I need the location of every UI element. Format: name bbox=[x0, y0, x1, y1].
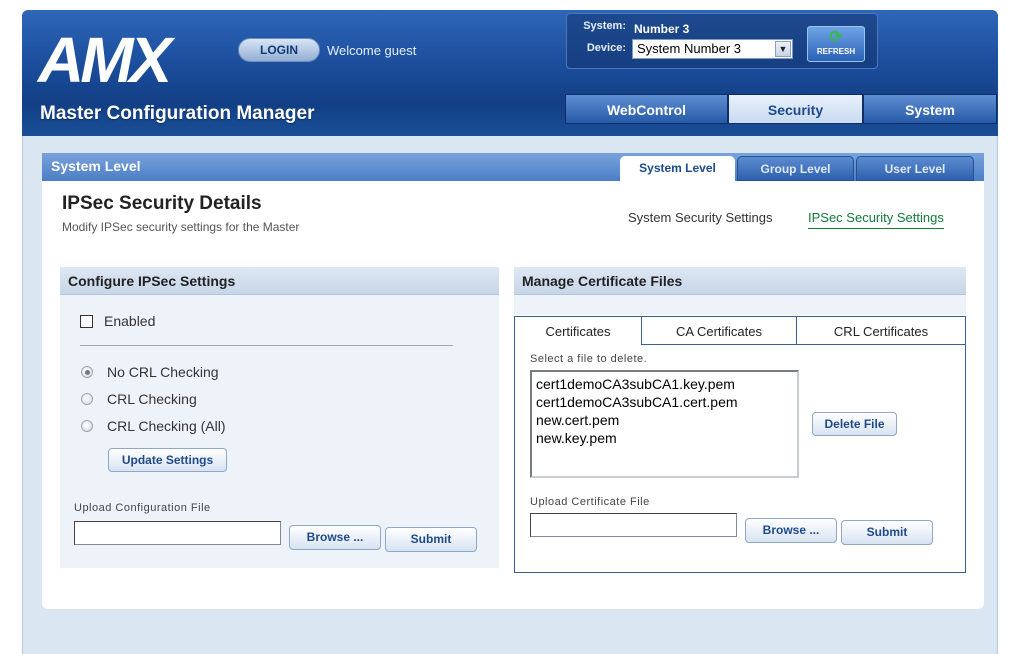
tab-security[interactable]: Security bbox=[728, 94, 863, 124]
crl-label: CRL Checking bbox=[107, 391, 197, 407]
certificate-file-list[interactable]: cert1demoCA3subCA1.key.pem cert1demoCA3s… bbox=[530, 370, 799, 478]
svg-text:AMX: AMX bbox=[36, 24, 176, 90]
certificate-submit-button[interactable]: Submit bbox=[841, 520, 933, 545]
manage-certificates-heading: Manage Certificate Files bbox=[514, 267, 966, 295]
config-file-input[interactable] bbox=[74, 521, 281, 545]
tab-system[interactable]: System bbox=[863, 94, 997, 124]
page-title: IPSec Security Details bbox=[62, 193, 262, 214]
tab-system-level[interactable]: System Level bbox=[620, 156, 735, 183]
ipsec-security-link[interactable]: IPSec Security Settings bbox=[808, 210, 944, 229]
system-value: Number 3 bbox=[634, 22, 690, 36]
config-submit-button[interactable]: Submit bbox=[385, 527, 477, 552]
configure-ipsec-heading: Configure IPSec Settings bbox=[60, 267, 499, 295]
tab-webcontrol[interactable]: WebControl bbox=[565, 94, 728, 124]
config-browse-button[interactable]: Browse ... bbox=[289, 525, 381, 550]
level-title: System Level bbox=[51, 158, 141, 174]
tab-ca-certificates[interactable]: CA Certificates bbox=[642, 316, 797, 345]
enabled-label: Enabled bbox=[104, 313, 156, 329]
list-item[interactable]: new.cert.pem bbox=[536, 411, 793, 429]
certificate-file-input[interactable] bbox=[530, 513, 737, 537]
divider bbox=[80, 345, 453, 346]
certificate-tabs: Certificates CA Certificates CRL Certifi… bbox=[514, 316, 966, 345]
delete-file-button[interactable]: Delete File bbox=[812, 412, 897, 436]
login-button[interactable]: LOGIN bbox=[238, 38, 320, 62]
app-title: Master Configuration Manager bbox=[40, 103, 315, 124]
main-nav: WebControl Security System bbox=[565, 94, 997, 124]
no-crl-radio[interactable] bbox=[81, 366, 93, 378]
device-label: Device: bbox=[586, 42, 626, 54]
amx-logo: AMX bbox=[36, 24, 180, 90]
device-select[interactable]: System Number 3 ▼ bbox=[632, 39, 793, 59]
crl-radio[interactable] bbox=[81, 393, 93, 405]
list-item[interactable]: cert1demoCA3subCA1.key.pem bbox=[536, 375, 793, 393]
crl-all-radio[interactable] bbox=[81, 420, 93, 432]
tab-certificates[interactable]: Certificates bbox=[514, 316, 642, 345]
upload-config-label: Upload Configuration File bbox=[74, 502, 211, 514]
update-settings-button[interactable]: Update Settings bbox=[108, 448, 227, 472]
certificate-browse-button[interactable]: Browse ... bbox=[745, 518, 837, 543]
refresh-button[interactable]: ⟳ REFRESH bbox=[807, 26, 865, 62]
tab-user-level[interactable]: User Level bbox=[856, 156, 974, 181]
no-crl-label: No CRL Checking bbox=[107, 364, 219, 380]
page-subtitle: Modify IPSec security settings for the M… bbox=[62, 220, 300, 234]
system-label: System: bbox=[583, 20, 626, 32]
refresh-label: REFRESH bbox=[816, 47, 856, 56]
welcome-text: Welcome guest bbox=[327, 43, 417, 58]
upload-certificate-label: Upload Certificate File bbox=[530, 496, 650, 508]
tab-crl-certificates[interactable]: CRL Certificates bbox=[797, 316, 966, 345]
system-security-link[interactable]: System Security Settings bbox=[628, 210, 773, 225]
list-item[interactable]: new.key.pem bbox=[536, 429, 793, 447]
level-tabs: System Level Group Level User Level bbox=[620, 156, 976, 183]
enabled-checkbox[interactable] bbox=[80, 315, 93, 328]
select-file-label: Select a file to delete. bbox=[530, 353, 648, 365]
tab-group-level[interactable]: Group Level bbox=[737, 156, 854, 181]
crl-all-label: CRL Checking (All) bbox=[107, 418, 226, 434]
list-item[interactable]: cert1demoCA3subCA1.cert.pem bbox=[536, 393, 793, 411]
device-select-value: System Number 3 bbox=[637, 41, 742, 56]
chevron-down-icon[interactable]: ▼ bbox=[775, 41, 791, 57]
refresh-icon: ⟳ bbox=[829, 29, 843, 46]
